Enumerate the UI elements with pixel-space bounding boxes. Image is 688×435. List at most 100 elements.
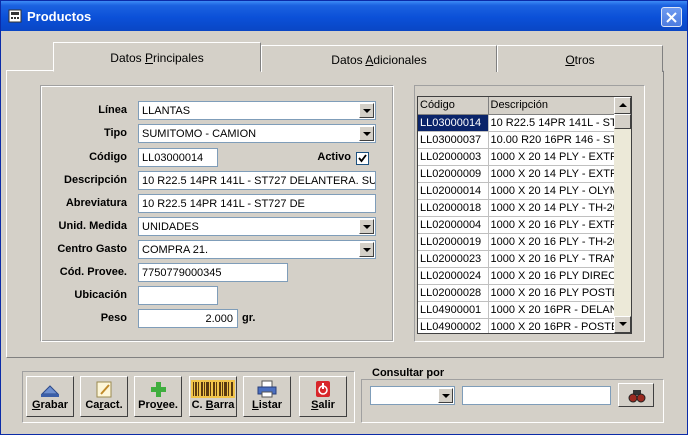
row-descripcion[interactable]: 1000 X 20 16 PLY - TRAN: [488, 250, 629, 268]
row-codigo[interactable]: LL02000024: [418, 267, 489, 285]
row-descripcion[interactable]: 10.00 R20 16PR 146 - ST5: [488, 131, 629, 149]
chevron-down-icon[interactable]: [359, 103, 374, 118]
linea-label: Línea: [98, 104, 127, 116]
centro-gasto-label: Centro Gasto: [57, 243, 127, 255]
row-codigo[interactable]: LL03000014: [418, 114, 489, 132]
table-row[interactable]: LL02000028 1000 X 20 16 PLY POSTER: [418, 284, 629, 302]
row-descripcion[interactable]: 1000 X 20 14 PLY - EXTRA: [488, 148, 629, 166]
table-row[interactable]: LL02000009 1000 X 20 14 PLY - EXTRA: [418, 165, 629, 183]
row-descripcion[interactable]: 1000 X 20 14 PLY - TH-20: [488, 199, 629, 217]
tab-label: dicionales: [373, 53, 427, 67]
tipo-value: SUMITOMO - CAMION: [142, 128, 257, 140]
peso-input[interactable]: 2.000: [138, 309, 238, 328]
unid-medida-select[interactable]: UNIDADES: [138, 217, 376, 236]
row-codigo[interactable]: LL02000028: [418, 284, 489, 302]
table-row[interactable]: LL02000019 1000 X 20 16 PLY - TH-20: [418, 233, 629, 251]
check-icon: [358, 154, 367, 163]
table-row[interactable]: LL03000014 10 R22.5 14PR 141L - ST: [418, 114, 629, 132]
scroll-down-button[interactable]: [614, 316, 631, 333]
row-descripcion[interactable]: 1000 X 20 16 PLY POSTER: [488, 284, 629, 302]
descripcion-input[interactable]: 10 R22.5 14PR 141L - ST727 DELANTERA. SU…: [138, 171, 376, 190]
save-icon: [40, 385, 60, 397]
row-codigo[interactable]: LL02000023: [418, 250, 489, 268]
scroll-thumb[interactable]: [614, 114, 631, 129]
cod-provee-value: 7750779000345: [142, 267, 222, 279]
grid-body: LL03000014 10 R22.5 14PR 141L - ST LL03000…: [418, 114, 629, 333]
row-codigo[interactable]: LL04900001: [418, 301, 489, 319]
abreviatura-label: Abreviatura: [65, 197, 127, 209]
tipo-select[interactable]: SUMITOMO - CAMION: [138, 124, 376, 143]
grabar-button[interactable]: Grabar: [26, 376, 74, 417]
row-codigo[interactable]: LL02000019: [418, 233, 489, 251]
chevron-down-icon[interactable]: [359, 242, 374, 257]
tab-otros[interactable]: Otros: [497, 45, 663, 72]
grid-scrollbar[interactable]: [614, 97, 631, 333]
centro-gasto-select[interactable]: COMPRA 21.: [138, 240, 376, 259]
tab-label: tros: [574, 53, 595, 67]
row-codigo[interactable]: LL02000003: [418, 148, 489, 166]
grabar-label: rabar: [40, 399, 69, 411]
grid-header-row: Código Descripción: [418, 97, 629, 115]
row-descripcion[interactable]: 1000 X 20 16PR - DELANT: [488, 301, 629, 319]
grid-header-descripcion[interactable]: Descripción: [488, 97, 629, 115]
tab-label-accel: P: [144, 51, 153, 65]
table-row[interactable]: LL02000003 1000 X 20 14 PLY - EXTRA: [418, 148, 629, 166]
table-row[interactable]: LL02000014 1000 X 20 14 PLY - OLYMP: [418, 182, 629, 200]
row-codigo[interactable]: LL02000004: [418, 216, 489, 234]
linea-value: LLANTAS: [142, 105, 191, 117]
provee-button[interactable]: Provee.: [134, 376, 182, 417]
caract-button[interactable]: Caract.: [80, 376, 128, 417]
tab-datos-adicionales[interactable]: Datos Adicionales: [261, 45, 497, 72]
cash-register-icon: [8, 9, 22, 23]
ubicacion-label: Ubicación: [74, 289, 127, 301]
search-button[interactable]: [618, 383, 654, 407]
chevron-down-icon[interactable]: [438, 388, 453, 403]
row-descripcion[interactable]: 10 R22.5 14PR 141L - ST: [488, 114, 629, 132]
activo-checkbox[interactable]: [356, 152, 369, 165]
row-descripcion[interactable]: 1000 X 20 16PR - POSTER: [488, 318, 629, 333]
tab-datos-principales[interactable]: Datos Principales: [53, 42, 261, 72]
row-codigo[interactable]: LL02000009: [418, 165, 489, 183]
codigo-input[interactable]: LL03000014: [138, 148, 218, 167]
cbarra-button[interactable]: C. Barra: [189, 376, 237, 417]
row-descripcion[interactable]: 1000 X 20 14 PLY - OLYMP: [488, 182, 629, 200]
row-descripcion[interactable]: 1000 X 20 14 PLY - EXTRA: [488, 165, 629, 183]
chevron-down-icon[interactable]: [359, 126, 374, 141]
row-descripcion[interactable]: 1000 X 20 16 PLY DIRECC: [488, 267, 629, 285]
table-row[interactable]: LL02000024 1000 X 20 16 PLY DIRECC: [418, 267, 629, 285]
tab-label: Datos: [110, 51, 145, 65]
row-descripcion[interactable]: 1000 X 20 16 PLY - TH-20: [488, 233, 629, 251]
chevron-down-icon[interactable]: [359, 219, 374, 234]
consultar-search-input[interactable]: [462, 386, 611, 405]
product-grid[interactable]: Código Descripción LL03000014 10 R22.5 14…: [417, 96, 632, 334]
row-codigo[interactable]: LL04900002: [418, 318, 489, 333]
tipo-label: Tipo: [103, 127, 127, 139]
table-row[interactable]: LL03000037 10.00 R20 16PR 146 - ST5: [418, 131, 629, 149]
listar-button[interactable]: Listar: [243, 376, 291, 417]
ubicacion-input[interactable]: [138, 286, 218, 305]
row-descripcion[interactable]: 1000 X 20 16 PLY - EXTRA: [488, 216, 629, 234]
close-button[interactable]: [661, 7, 682, 27]
row-codigo[interactable]: LL03000037: [418, 131, 489, 149]
table-row[interactable]: LL02000018 1000 X 20 14 PLY - TH-20: [418, 199, 629, 217]
abreviatura-value: 10 R22.5 14PR 141L - ST727 DE: [142, 198, 305, 210]
scroll-up-button[interactable]: [614, 97, 631, 114]
cod-provee-input[interactable]: 7750779000345: [138, 263, 288, 282]
grid-header-codigo[interactable]: Código: [418, 97, 489, 115]
productos-window: Productos Datos Principales Datos Adicio…: [0, 0, 688, 435]
table-row[interactable]: LL02000004 1000 X 20 16 PLY - EXTRA: [418, 216, 629, 234]
row-codigo[interactable]: LL02000018: [418, 199, 489, 217]
linea-select[interactable]: LLANTAS: [138, 101, 376, 120]
caract-label: Ca: [85, 399, 100, 411]
listar-accel: L: [252, 399, 259, 411]
table-row[interactable]: LL02000023 1000 X 20 16 PLY - TRAN: [418, 250, 629, 268]
printer-icon: [257, 380, 277, 398]
abreviatura-input[interactable]: 10 R22.5 14PR 141L - ST727 DE: [138, 194, 376, 213]
consultar-field-select[interactable]: [370, 386, 455, 405]
salir-button[interactable]: Salir: [299, 376, 347, 417]
table-row[interactable]: LL04900002 1000 X 20 16PR - POSTER: [418, 318, 629, 333]
table-row[interactable]: LL04900001 1000 X 20 16PR - DELANT: [418, 301, 629, 319]
row-codigo[interactable]: LL02000014: [418, 182, 489, 200]
activo-label: Activo: [317, 151, 351, 163]
consultar-label: Consultar por: [370, 367, 447, 379]
